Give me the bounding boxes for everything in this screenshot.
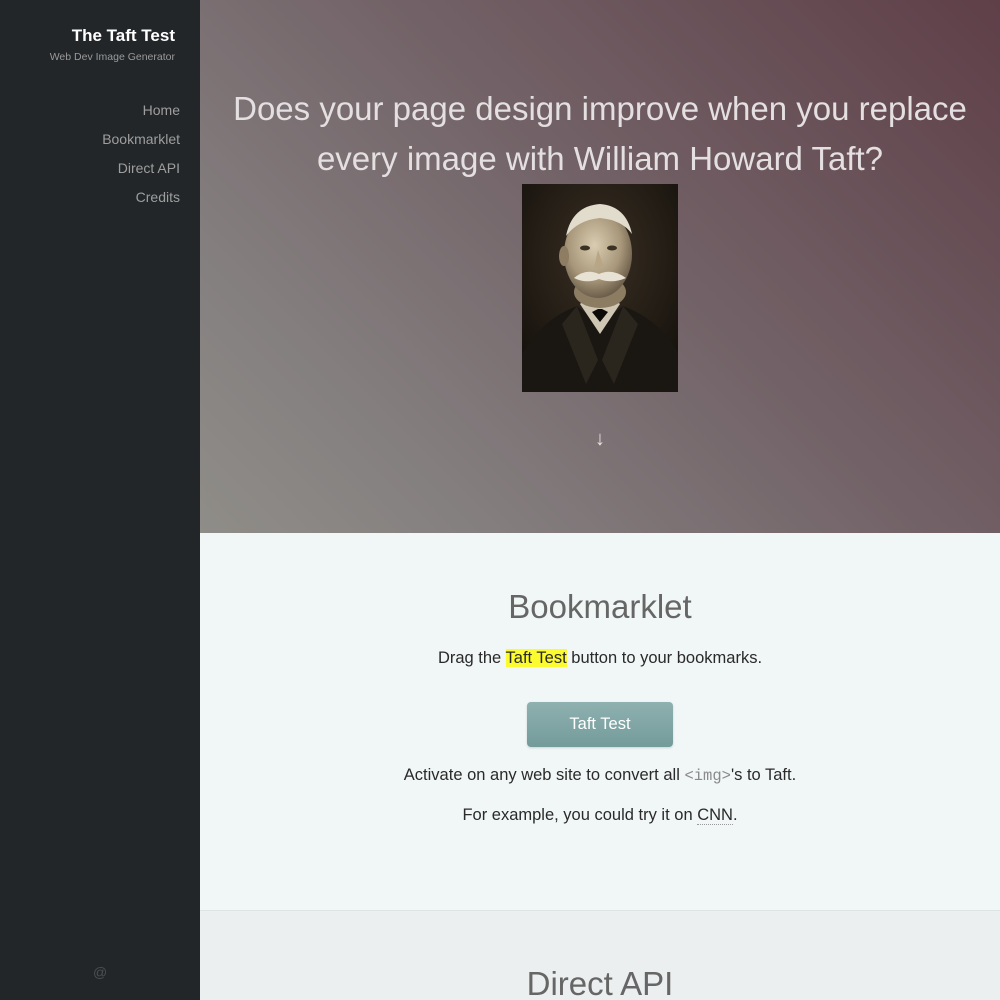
bookmarklet-section: Bookmarklet Drag the Taft Test button to… — [200, 533, 1000, 910]
at-icon[interactable]: @ — [93, 964, 107, 980]
bookmarklet-heading: Bookmarklet — [508, 588, 692, 625]
drag-text-before: Drag the — [437, 649, 506, 667]
scroll-down-arrow-icon[interactable]: ↓ — [200, 428, 1000, 451]
img-code: <img> — [684, 767, 731, 785]
example-text: For example, you could try it on CNN. — [200, 806, 1000, 825]
site-title[interactable]: The Taft Test — [50, 26, 175, 46]
activate-text-after: 's to Taft. — [730, 766, 797, 784]
cnn-link[interactable]: CNN — [697, 806, 733, 825]
site-subtitle: Web Dev Image Generator — [49, 51, 175, 63]
hero-heading: Does your page design improve when you r… — [233, 90, 967, 177]
nav-item-direct-api[interactable]: Direct API — [102, 154, 180, 183]
taft-test-button[interactable]: Taft Test — [527, 702, 673, 747]
hero-section: Does your page design improve when you r… — [200, 0, 1000, 533]
activate-text-before: Activate on any web site to convert all — [403, 766, 685, 784]
example-text-after: . — [732, 806, 738, 824]
taft-portrait-icon — [522, 184, 678, 392]
brand: The Taft Test Web Dev Image Generator — [50, 26, 175, 64]
sidebar-nav: Home Bookmarklet Direct API Credits — [102, 96, 180, 212]
direct-api-section: Direct API — [200, 910, 1000, 1000]
drag-text-after: button to your bookmarks. — [566, 649, 763, 667]
direct-api-heading: Direct API — [526, 965, 674, 1000]
nav-item-credits[interactable]: Credits — [102, 183, 180, 212]
highlighted-taft-test: Taft Test — [505, 649, 567, 667]
activate-text: Activate on any web site to convert all … — [200, 766, 1000, 785]
nav-item-bookmarklet[interactable]: Bookmarklet — [102, 125, 180, 154]
drag-instructions: Drag the Taft Test button to your bookma… — [200, 649, 1000, 668]
example-text-before: For example, you could try it on — [462, 806, 698, 824]
nav-item-home[interactable]: Home — [102, 96, 180, 125]
sidebar: The Taft Test Web Dev Image Generator Ho… — [0, 0, 200, 1000]
taft-portrait-image — [522, 184, 678, 392]
